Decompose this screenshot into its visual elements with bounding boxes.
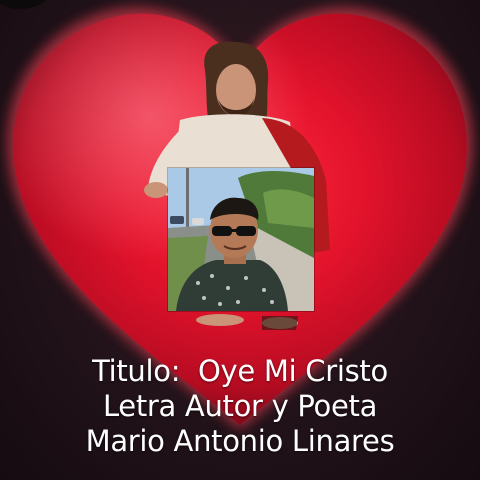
caption-author-label: Letra Autor y Poeta <box>102 389 378 423</box>
caption-author-name: Mario Antonio Linares <box>85 424 395 458</box>
video-frame: Titulo: Oye Mi Cristo Letra Autor y Poet… <box>0 0 480 480</box>
caption-title: Titulo: Oye Mi Cristo <box>92 354 388 388</box>
caption-block: Titulo: Oye Mi Cristo Letra Autor y Poet… <box>0 354 480 459</box>
portrait-photo <box>168 168 314 311</box>
